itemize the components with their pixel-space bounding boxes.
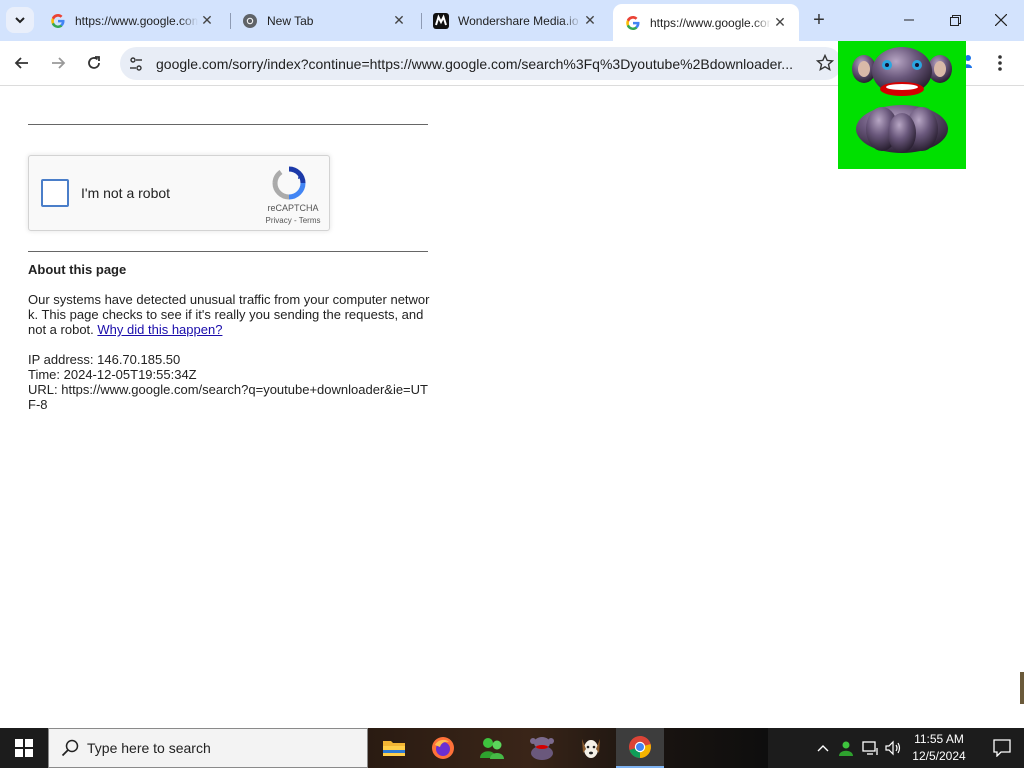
minimize-icon xyxy=(904,19,914,21)
bonzi-button[interactable] xyxy=(518,728,566,768)
chevron-up-icon xyxy=(817,745,829,752)
volume-tray-button[interactable] xyxy=(884,728,904,768)
close-icon[interactable]: ✕ xyxy=(581,12,599,30)
dog-app-button[interactable] xyxy=(567,728,615,768)
search-placeholder: Type here to search xyxy=(87,740,211,756)
reload-button[interactable] xyxy=(80,49,108,77)
show-hidden-icons-button[interactable] xyxy=(814,728,832,768)
minimize-button[interactable] xyxy=(886,0,932,40)
mediaio-icon xyxy=(433,12,449,29)
clock-time: 11:55 AM xyxy=(914,732,964,746)
bonzi-icon xyxy=(530,737,554,760)
ip-address: IP address: 146.70.185.50 xyxy=(28,352,181,367)
reload-icon xyxy=(88,56,100,69)
time-stamp: Time: 2024-12-05T19:55:34Z xyxy=(28,367,197,382)
clock-date: 12/5/2024 xyxy=(912,749,966,763)
people-app-button[interactable] xyxy=(468,728,516,768)
why-link[interactable]: Why did this happen? xyxy=(97,322,222,337)
divider xyxy=(28,124,428,125)
network-icon xyxy=(862,741,878,755)
back-button[interactable] xyxy=(8,49,36,77)
arrow-right-icon xyxy=(52,57,66,69)
speaker-icon xyxy=(885,740,901,756)
close-icon[interactable]: ✕ xyxy=(771,14,789,32)
google-icon xyxy=(50,13,66,29)
network-tray-button[interactable] xyxy=(860,728,882,768)
tab-title: Wondershare Media.io xyxy=(458,13,579,28)
about-text: Our systems have detected unusual traffi… xyxy=(28,292,430,337)
bonzi-buddy-sticker[interactable] xyxy=(838,41,966,169)
search-icon xyxy=(61,739,79,757)
people-tray-button[interactable] xyxy=(836,728,856,768)
tab-google-sorry-1[interactable]: https://www.google.com/sorry/index ✕ xyxy=(38,4,226,37)
recaptcha-privacy-terms[interactable]: Privacy - Terms xyxy=(257,216,329,225)
recaptcha-widget: I'm not a robot reCAPTCHA Privacy - Term… xyxy=(28,155,330,231)
tab-google-sorry-active[interactable]: https://www.google.com/sorry/index ✕ xyxy=(613,4,799,41)
arrow-left-icon xyxy=(14,57,28,69)
chevron-down-icon xyxy=(15,17,25,24)
forward-button[interactable] xyxy=(44,49,72,77)
recaptcha-label: I'm not a robot xyxy=(81,185,171,201)
bookmark-star-icon[interactable] xyxy=(815,53,835,77)
firefox-icon xyxy=(432,737,454,759)
more-vert-icon xyxy=(998,55,1002,71)
taskbar: Type here to search 11:55 AM 12/5/2024 xyxy=(0,728,1024,768)
chrome-button[interactable] xyxy=(616,728,664,768)
recaptcha-brand: reCAPTCHA xyxy=(267,203,319,213)
windows-logo-icon xyxy=(15,739,33,757)
close-icon[interactable]: ✕ xyxy=(390,12,408,30)
file-explorer-button[interactable] xyxy=(370,728,418,768)
restore-button[interactable] xyxy=(932,0,978,40)
about-paragraph: Our systems have detected unusual traffi… xyxy=(28,292,430,337)
close-window-button[interactable] xyxy=(978,0,1024,40)
tab-wondershare-mediaio[interactable]: Wondershare Media.io ✕ xyxy=(421,4,609,37)
notification-icon xyxy=(993,739,1011,757)
browser-menu-button[interactable] xyxy=(990,52,1010,74)
url-text[interactable]: google.com/sorry/index?continue=https://… xyxy=(156,56,801,72)
tab-new-tab[interactable]: New Tab ✕ xyxy=(230,4,418,37)
chrome-icon xyxy=(242,13,258,29)
new-tab-button[interactable]: + xyxy=(807,8,831,32)
divider xyxy=(28,251,428,252)
restore-icon xyxy=(949,14,961,26)
chrome-icon xyxy=(629,736,651,758)
close-icon[interactable]: ✕ xyxy=(198,12,216,30)
firefox-button[interactable] xyxy=(419,728,467,768)
tab-strip: https://www.google.com/sorry/index ✕ New… xyxy=(0,0,1024,41)
tab-title: https://www.google.com/sorry/index xyxy=(650,15,771,30)
address-bar[interactable]: google.com/sorry/index?continue=https://… xyxy=(120,47,842,80)
purple-monkey-icon xyxy=(852,47,952,153)
start-button[interactable] xyxy=(0,728,48,768)
notification-center-button[interactable] xyxy=(980,728,1024,768)
close-icon xyxy=(995,14,1007,26)
site-info-icon[interactable] xyxy=(120,56,150,72)
about-title: About this page xyxy=(28,262,127,277)
people-app-icon xyxy=(480,738,504,759)
taskbar-clock[interactable]: 11:55 AM 12/5/2024 xyxy=(904,731,974,765)
recaptcha-logo-icon xyxy=(271,166,307,200)
recaptcha-checkbox[interactable] xyxy=(41,179,69,207)
tab-title: New Tab xyxy=(267,13,314,28)
desktop-edge-fragment xyxy=(1020,672,1024,704)
person-icon xyxy=(839,741,853,756)
tab-search-button[interactable] xyxy=(6,7,34,33)
tab-title: https://www.google.com/sorry/index xyxy=(75,13,198,28)
google-icon xyxy=(625,15,641,31)
dog-app-icon xyxy=(582,739,600,758)
taskbar-search[interactable]: Type here to search xyxy=(48,728,368,768)
file-explorer-icon xyxy=(383,741,405,756)
request-url: URL: https://www.google.com/search?q=you… xyxy=(28,382,428,412)
